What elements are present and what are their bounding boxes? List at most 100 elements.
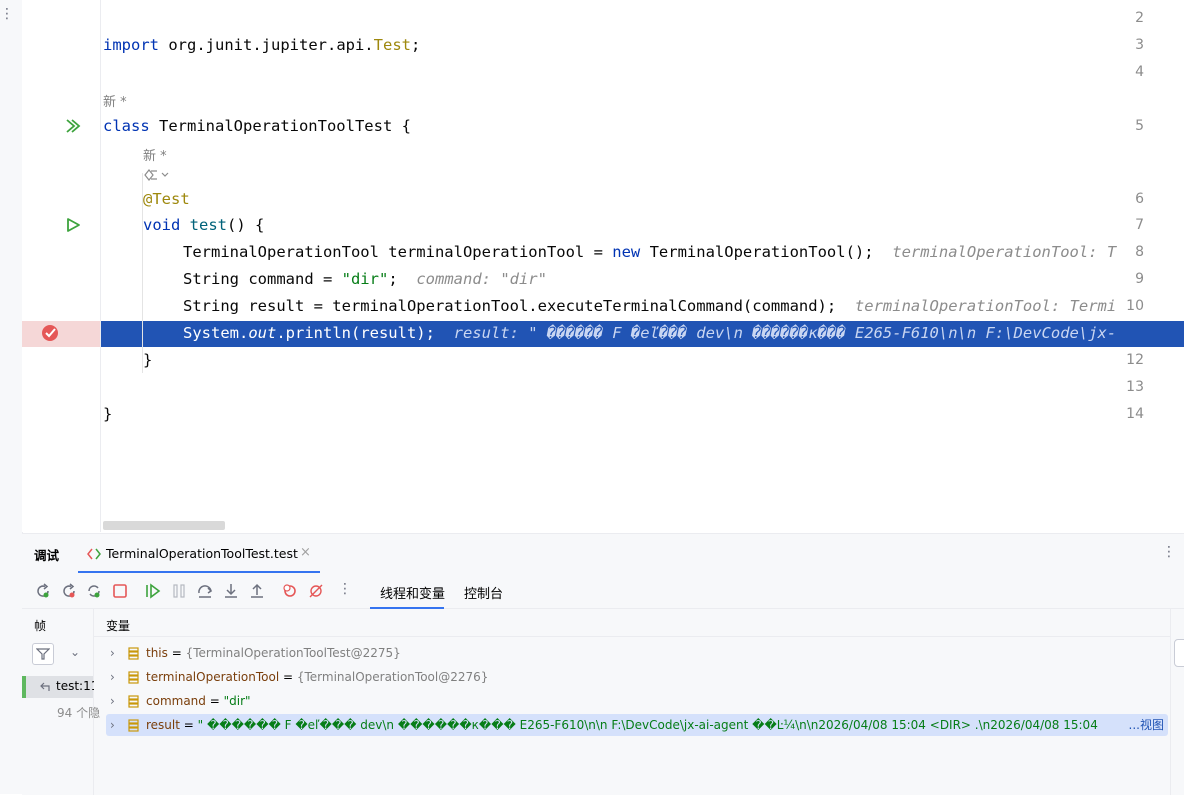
pause-icon[interactable]: [170, 582, 188, 600]
tab-threads-variables[interactable]: 线程和变量: [380, 583, 445, 602]
code-line-9: String command = "dir"; command: "dir": [183, 266, 547, 293]
method-params: () {: [227, 216, 265, 234]
author-inlay[interactable]: 新 *: [103, 91, 127, 110]
rerun-icon[interactable]: [34, 582, 52, 600]
code-line-3: import org.junit.jupiter.api.Test;: [103, 32, 420, 59]
inline-value-hint: terminalOperationTool: Termi: [854, 297, 1117, 315]
rerun-failed-icon[interactable]: [60, 582, 78, 600]
code-line-12: }: [143, 347, 152, 374]
semicolon: ;: [410, 36, 421, 54]
variable-value: {TerminalOperationTool@2276}: [296, 670, 489, 684]
tab-underline: [78, 571, 320, 573]
statement: String command =: [183, 270, 342, 288]
chevron-right-icon[interactable]: ›: [110, 690, 115, 712]
method-name: test: [189, 216, 227, 234]
variable-row[interactable]: › terminalOperationTool = {TerminalOpera…: [106, 666, 1168, 688]
step-over-icon[interactable]: [196, 582, 214, 600]
line-number: 8: [1135, 244, 1144, 260]
string-literal: "dir": [341, 270, 389, 288]
code-editor[interactable]: 2 3 4 5 6 7 8 9 10 12 13 14 import org.j…: [22, 0, 1184, 532]
frame-item[interactable]: test:11: [22, 676, 94, 698]
debug-tab-label: TerminalOperationToolTest.test: [106, 546, 298, 561]
line-number: 5: [1135, 118, 1144, 134]
tab-console[interactable]: 控制台: [464, 583, 503, 602]
toolbar-more-icon[interactable]: ⋮: [338, 581, 352, 597]
breakpoint-icon[interactable]: [40, 323, 60, 343]
statement: System.: [183, 324, 249, 342]
inline-value-hint: command: "dir": [416, 270, 547, 288]
view-breakpoints-icon[interactable]: [281, 582, 299, 600]
line-number: 12: [1126, 352, 1144, 368]
keyword: void: [143, 216, 181, 234]
statement: .println(result);: [276, 324, 435, 342]
field-icon: [128, 695, 139, 708]
frame-return-icon: [40, 682, 50, 691]
keyword: import: [103, 36, 159, 54]
divider: [94, 636, 1170, 637]
debug-panel-title: 调试: [34, 548, 60, 563]
variable-name: terminalOperationTool: [146, 670, 280, 684]
code-line-6: @Test: [143, 186, 190, 213]
frames-pane: 帧 ⌄ test:11 94 个隐: [22, 609, 100, 795]
side-input[interactable]: [1174, 639, 1184, 667]
variables-label: 变量: [106, 619, 131, 633]
mute-breakpoints-icon[interactable]: [307, 582, 325, 600]
line-number: 13: [1126, 379, 1144, 395]
keyword: class: [103, 117, 150, 135]
chevron-down-icon[interactable]: ⌄: [70, 645, 80, 659]
statement: String result = terminalOperationTool.ex…: [183, 297, 837, 315]
ai-assist-icon[interactable]: [143, 167, 173, 183]
debug-session-tab[interactable]: TerminalOperationToolTest.test ×: [78, 538, 320, 573]
inline-value-hint: result: " ������ F �еľ��� dev\n ������к�…: [453, 324, 1117, 342]
variable-eq: =: [279, 670, 297, 684]
variable-name: result: [146, 718, 180, 732]
statement: TerminalOperationTool terminalOperationT…: [183, 243, 613, 261]
author-inlay[interactable]: 新 *: [143, 145, 167, 164]
resume-icon[interactable]: [144, 582, 162, 600]
horizontal-scrollbar[interactable]: [103, 521, 225, 530]
left-tool-strip: ⋮: [0, 0, 23, 794]
variable-value: "dir": [223, 694, 251, 708]
side-panel-edge: [1170, 609, 1184, 795]
chevron-right-icon[interactable]: ›: [110, 666, 115, 688]
variable-name: command: [146, 694, 206, 708]
line-number: 3: [1135, 37, 1144, 53]
field-icon: [128, 671, 139, 684]
line-number: 9: [1135, 271, 1144, 287]
variable-row-selected[interactable]: › result = " ������ F �еľ��� dev\n �����…: [106, 714, 1168, 736]
line-number: 4: [1135, 64, 1144, 80]
step-into-icon[interactable]: [222, 582, 240, 600]
chevron-right-icon[interactable]: ›: [110, 714, 115, 736]
frame-item-label: test:11: [56, 679, 94, 693]
run-test-icon[interactable]: [65, 217, 81, 233]
close-icon[interactable]: ×: [300, 545, 311, 560]
line-number: 7: [1135, 217, 1144, 233]
variable-row[interactable]: › command = "dir": [106, 690, 1168, 712]
run-all-icon[interactable]: [65, 118, 81, 134]
line-number: 14: [1126, 406, 1144, 422]
line-number: 2: [1135, 10, 1144, 26]
frames-label: 帧: [34, 619, 47, 633]
statement: TerminalOperationTool();: [640, 243, 874, 261]
more-icon[interactable]: ⋮: [0, 6, 14, 22]
inline-value-hint: terminalOperationTool: T: [892, 243, 1117, 261]
import-class: Test: [373, 36, 411, 54]
chevron-right-icon[interactable]: ›: [110, 642, 115, 664]
more-options-icon[interactable]: ⋮: [1162, 544, 1176, 560]
stop-icon[interactable]: [111, 582, 129, 600]
restart-icon[interactable]: [85, 582, 103, 600]
view-value-link[interactable]: ...视图: [1124, 714, 1164, 736]
debug-panel: 调试 TerminalOperationToolTest.test × ⋮ ⋮ …: [22, 533, 1184, 795]
breakpoint-line-gutter: [22, 321, 100, 347]
code-line-14: }: [103, 401, 112, 428]
step-out-icon[interactable]: [248, 582, 266, 600]
variables-pane: 变量 › this = {TerminalOperationToolTest@2…: [94, 609, 1170, 795]
editor-gutter: [22, 0, 101, 532]
test-config-icon: [87, 548, 101, 560]
variable-eq: =: [179, 718, 198, 732]
keyword: new: [612, 243, 641, 261]
variable-row[interactable]: › this = {TerminalOperationToolTest@2275…: [106, 642, 1168, 664]
filter-button[interactable]: [32, 643, 54, 665]
code-line-5: class TerminalOperationToolTest {: [103, 113, 411, 140]
code-line-10: String result = terminalOperationTool.ex…: [183, 293, 1116, 320]
